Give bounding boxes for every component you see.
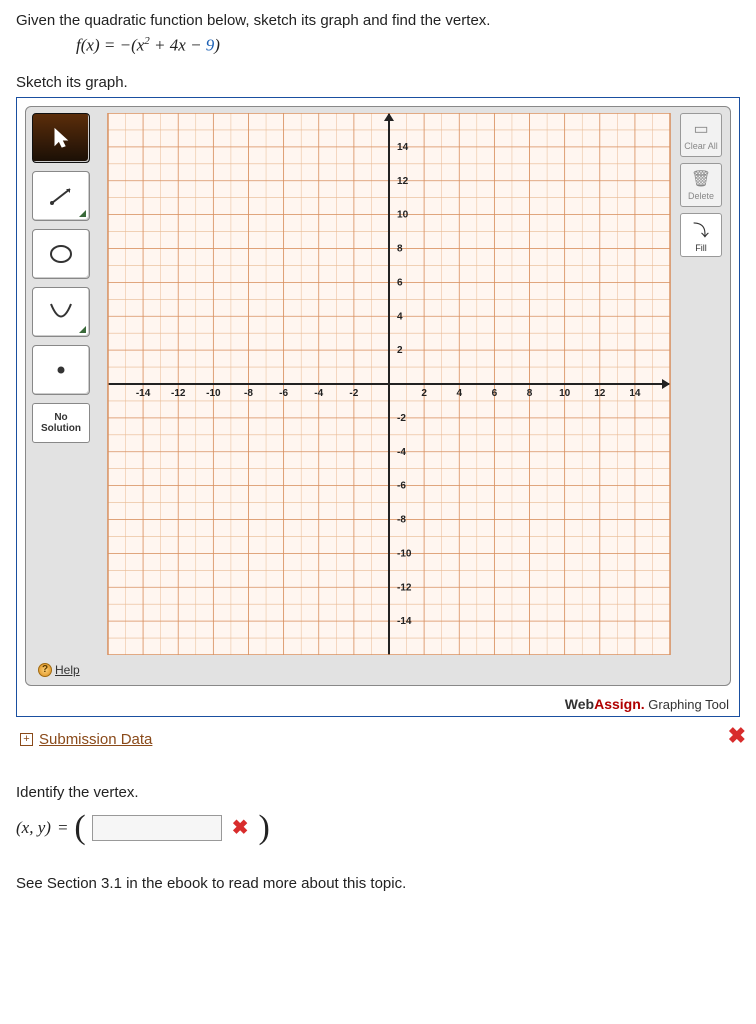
- vertex-input-row: (x, y) = ( ✖ ): [16, 809, 740, 847]
- line-tool[interactable]: [32, 171, 90, 221]
- toolbar-right: ▭ Clear All 🗑 Delete ⤵ Fill: [680, 113, 724, 257]
- sketch-label: Sketch its graph.: [16, 74, 740, 91]
- delete-button[interactable]: 🗑 Delete: [680, 163, 722, 207]
- point-tool[interactable]: [32, 345, 90, 395]
- svg-text:10: 10: [559, 388, 571, 399]
- svg-text:-4: -4: [397, 446, 406, 457]
- svg-text:6: 6: [492, 388, 498, 399]
- brand-assign: Assign.: [594, 696, 645, 712]
- vertex-equals: =: [57, 818, 68, 838]
- svg-text:-10: -10: [397, 548, 412, 559]
- fill-icon: ⤵: [693, 217, 709, 241]
- svg-text:6: 6: [397, 277, 403, 288]
- svg-text:12: 12: [397, 175, 409, 186]
- incorrect-inline-icon: ✖: [232, 815, 249, 840]
- svg-text:8: 8: [527, 388, 533, 399]
- svg-text:14: 14: [629, 388, 641, 399]
- grid-area[interactable]: -14 -12 -10 -8 -6 -4 -2 2 4 6 8 10 12 14 -14 -12 -10 -8 -6…: [104, 113, 674, 655]
- vertex-sep: ,: [29, 818, 38, 837]
- clear-all-label: Clear All: [684, 141, 718, 151]
- svg-text:-8: -8: [397, 514, 406, 525]
- pointer-tool[interactable]: [32, 113, 90, 163]
- see-section: See Section 3.1 in the ebook to read mor…: [16, 875, 740, 892]
- question-text: Given the quadratic function below, sket…: [16, 12, 740, 29]
- vertex-section: Identify the vertex. (x, y) = ( ✖ ): [16, 784, 740, 847]
- svg-text:2: 2: [421, 388, 427, 399]
- svg-text:4: 4: [456, 388, 462, 399]
- eq-pre: = −(: [100, 36, 137, 55]
- close-paren: ): [259, 809, 270, 847]
- fn-arg: x: [86, 36, 94, 55]
- vertex-lhs: (x, y): [16, 818, 51, 838]
- no-solution-button[interactable]: No Solution: [32, 403, 90, 443]
- svg-text:14: 14: [397, 142, 409, 153]
- parabola-tool[interactable]: [32, 287, 90, 337]
- point-icon: [51, 360, 71, 380]
- svg-text:8: 8: [397, 243, 403, 254]
- parabola-icon: [46, 299, 76, 325]
- fill-button[interactable]: ⤵ Fill: [680, 213, 722, 257]
- svg-text:12: 12: [594, 388, 606, 399]
- delete-label: Delete: [688, 191, 714, 201]
- clear-all-icon: ▭: [693, 119, 708, 139]
- svg-text:-6: -6: [279, 388, 288, 399]
- help-button[interactable]: ? Help: [38, 663, 80, 677]
- grid-svg: -14 -12 -10 -8 -6 -4 -2 2 4 6 8 10 12 14 -14 -12 -10 -8 -6…: [104, 113, 674, 655]
- svg-text:-2: -2: [349, 388, 358, 399]
- brand-tool: Graphing Tool: [645, 697, 729, 712]
- submission-data-toggle[interactable]: + Submission Data: [20, 731, 152, 748]
- equation: f(x) = −(x2 + 4x − 9): [76, 35, 740, 56]
- svg-text:4: 4: [397, 311, 403, 322]
- clear-all-button[interactable]: ▭ Clear All: [680, 113, 722, 157]
- svg-text:-2: -2: [397, 413, 406, 424]
- plus-icon: +: [20, 733, 33, 746]
- submission-data-link[interactable]: Submission Data: [39, 731, 152, 748]
- toolbar-left: No Solution: [32, 113, 96, 443]
- brand-web: Web: [565, 696, 594, 712]
- svg-text:-12: -12: [171, 388, 186, 399]
- svg-text:10: 10: [397, 209, 409, 220]
- help-icon: ?: [38, 663, 52, 677]
- open-paren: (: [74, 809, 85, 847]
- svg-text:-14: -14: [397, 616, 412, 627]
- graph-panel: No Solution ▭ Clear All 🗑 Delete ⤵ Fill …: [16, 97, 740, 717]
- eq-mid: + 4: [150, 36, 178, 55]
- svg-text:-12: -12: [397, 582, 412, 593]
- circle-icon: [47, 242, 75, 266]
- branding: WebAssign. Graphing Tool: [565, 696, 729, 712]
- pointer-icon: [52, 127, 70, 149]
- svg-text:-6: -6: [397, 480, 406, 491]
- svg-text:2: 2: [397, 345, 403, 356]
- graph-inner: No Solution ▭ Clear All 🗑 Delete ⤵ Fill …: [25, 106, 731, 686]
- fill-label: Fill: [695, 243, 707, 253]
- eq-mid2: −: [186, 36, 206, 55]
- svg-text:-4: -4: [314, 388, 323, 399]
- help-link[interactable]: Help: [55, 663, 80, 677]
- trash-icon: 🗑: [691, 169, 711, 189]
- vertex-heading: Identify the vertex.: [16, 784, 740, 801]
- circle-tool[interactable]: [32, 229, 90, 279]
- vertex-input[interactable]: [92, 815, 222, 841]
- line-icon: [46, 183, 76, 209]
- svg-text:-14: -14: [136, 388, 151, 399]
- eq-t2: x: [178, 36, 186, 55]
- svg-text:-8: -8: [244, 388, 253, 399]
- eq-post: ): [214, 36, 220, 55]
- vertex-y-var: y: [38, 818, 46, 837]
- incorrect-x-icon: ✖: [728, 723, 746, 749]
- fn-name: f: [76, 36, 81, 55]
- svg-text:-10: -10: [206, 388, 221, 399]
